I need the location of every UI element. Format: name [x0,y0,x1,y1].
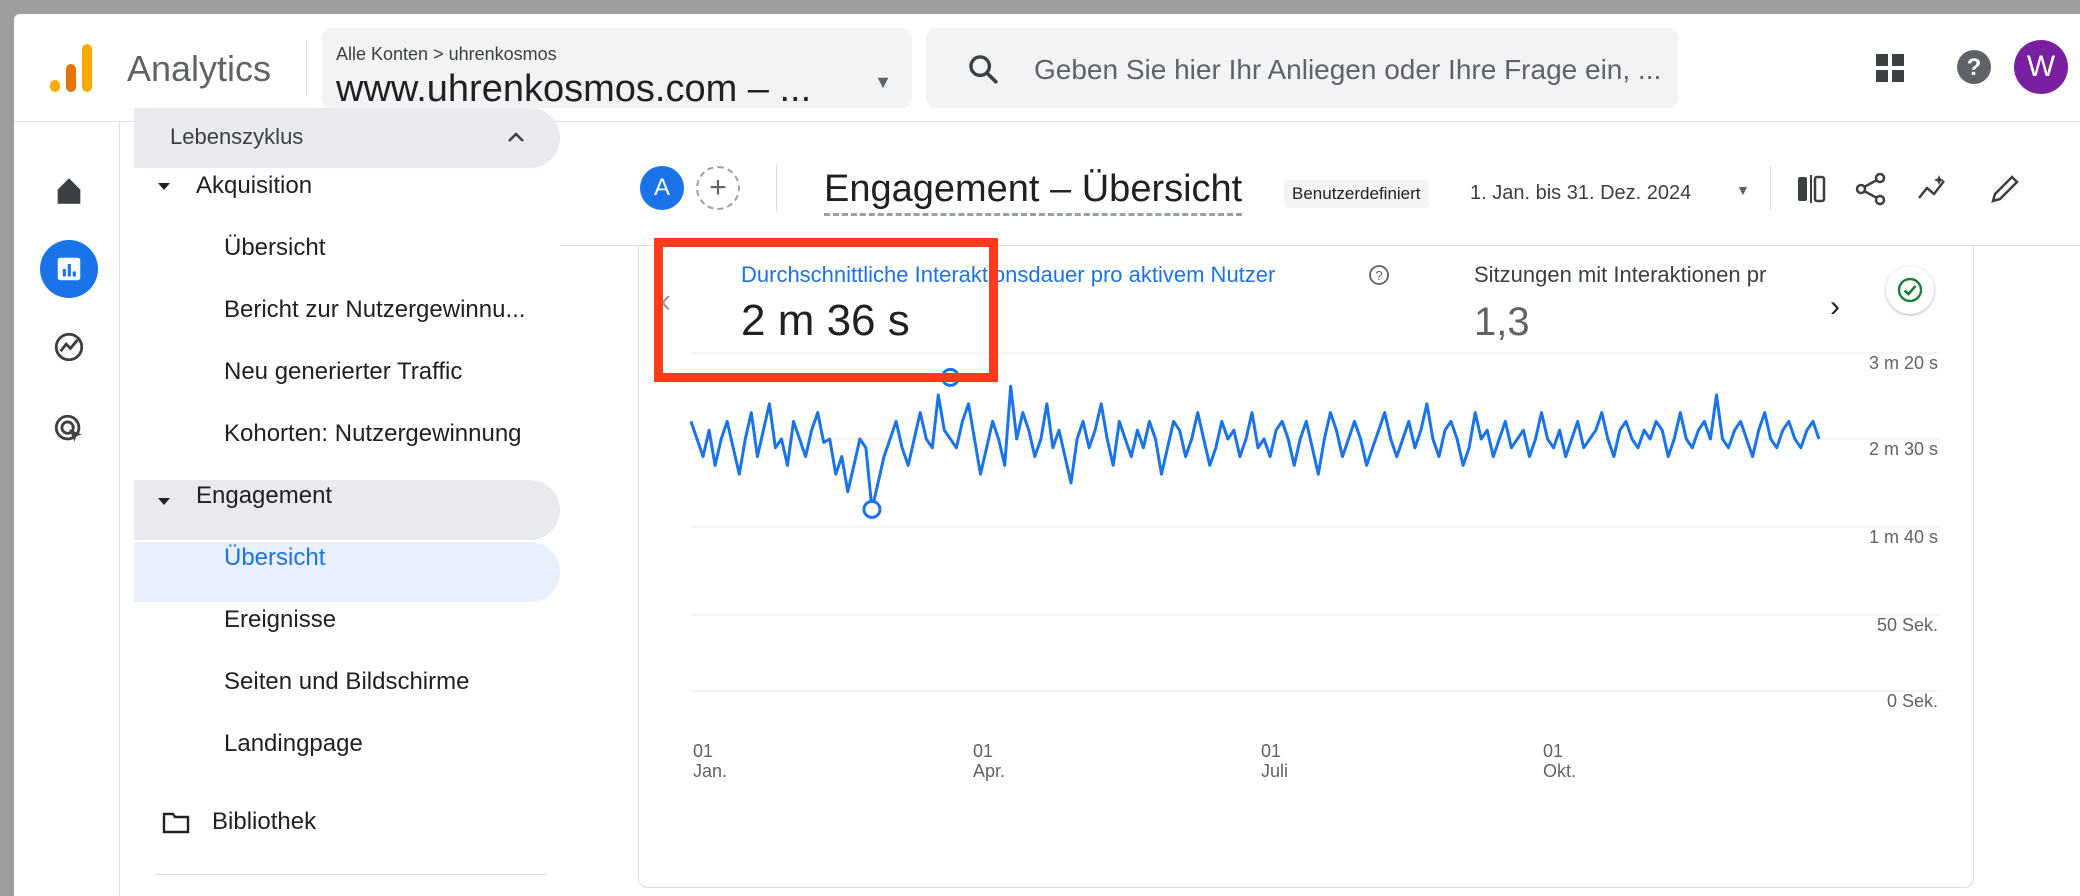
divider [156,874,546,875]
nav-item-pages[interactable]: Seiten und Bildschirme [224,668,469,696]
metric-value-sessions: 1,3 [1474,300,1530,344]
metric-label-sessions[interactable]: Sitzungen mit Interaktionen pr [1474,262,1814,288]
caret-down-icon: ▼ [874,72,892,92]
folder-icon [162,812,190,834]
title-bar: A + Engagement – Übersicht Benutzerdefin… [560,122,2080,246]
nav-item-acq-overview[interactable]: Übersicht [224,234,325,262]
app-window: Analytics Alle Konten > uhrenkosmos www.… [14,14,2080,896]
nav-item-cohorts[interactable]: Kohorten: Nutzergewinnung [224,420,522,448]
reports-button[interactable] [40,240,98,298]
x-tick-day: 01 [1261,741,1281,761]
nav-engagement[interactable]: Engagement [196,482,332,510]
home-icon [57,178,81,204]
compare-icon[interactable] [1794,172,1828,206]
nav-item-events[interactable]: Ereignisse [224,606,336,634]
nav-library[interactable]: Bibliothek [212,808,316,836]
account-selector[interactable]: Alle Konten > uhrenkosmos www.uhrenkosmo… [322,28,912,110]
nav-row-selected[interactable] [134,542,560,602]
edit-pencil-icon[interactable] [1988,172,2022,206]
nav-item-eng-overview[interactable]: Übersicht [224,544,325,572]
highlight-annotation [654,238,998,382]
x-tick-month: Apr. [973,761,1005,781]
avatar[interactable]: W [2014,40,2068,94]
explore-button[interactable] [40,318,98,376]
y-tick-label: 3 m 20 s [1869,353,1938,373]
y-tick-label: 50 Sek. [1877,615,1938,635]
property-name: www.uhrenkosmos.com – ... [336,68,812,110]
nav-section-label: Lebenszyklus [170,124,304,149]
chevron-right-icon[interactable]: › [1830,290,1840,324]
share-icon[interactable] [1854,172,1888,206]
top-bar: Analytics Alle Konten > uhrenkosmos www.… [14,14,2080,122]
y-tick-label: 1 m 40 s [1869,527,1938,547]
caret-down-icon[interactable] [158,183,170,190]
caret-down-icon[interactable]: ▼ [1736,182,1750,198]
page-title[interactable]: Engagement – Übersicht [824,168,1243,216]
search-input[interactable]: Geben Sie hier Ihr Anliegen oder Ihre Fr… [926,28,1678,108]
analytics-logo-icon[interactable] [50,42,94,94]
home-button[interactable] [40,162,98,220]
svg-text:?: ? [1967,54,1982,81]
nav-item-user-acquisition[interactable]: Bericht zur Nutzergewinnu... [224,296,525,324]
help-icon[interactable]: ? [1955,48,1993,86]
divider [776,164,777,212]
insights-icon[interactable] [1916,172,1950,206]
y-tick-label: 0 Sek. [1887,691,1938,711]
x-tick-month: Juli [1261,761,1288,781]
app-name: Analytics [127,48,272,89]
divider [306,40,307,96]
series-line [689,384,1821,511]
date-type-badge: Benutzerdefiniert [1284,180,1429,208]
caret-down-icon[interactable] [158,498,170,505]
check-circle-button[interactable] [1886,266,1934,314]
explore-icon [54,332,84,362]
x-tick-day: 01 [973,741,993,761]
left-rail [14,122,120,896]
property-badge[interactable]: A [640,166,684,210]
divider [1770,166,1771,210]
x-tick-day: 01 [693,741,713,761]
svg-text:?: ? [1375,268,1382,283]
advertising-button[interactable] [40,400,98,458]
x-tick-month: Okt. [1543,761,1576,781]
y-tick-label: 2 m 30 s [1869,439,1938,459]
apps-grid-icon[interactable] [1874,52,1906,84]
x-tick-day: 01 [1543,741,1563,761]
search-icon [969,55,998,84]
data-point-marker [862,499,882,519]
chevron-up-icon[interactable] [506,130,526,144]
nav-acquisition[interactable]: Akquisition [196,172,312,200]
check-circle-icon [1897,277,1923,303]
account-breadcrumb[interactable]: Alle Konten > uhrenkosmos [336,44,557,65]
x-tick-month: Jan. [693,761,727,781]
help-circle-icon[interactable]: ? [1368,264,1390,286]
bar-chart-icon [57,257,81,281]
date-range[interactable]: 1. Jan. bis 31. Dez. 2024 [1470,182,1691,205]
search-placeholder: Geben Sie hier Ihr Anliegen oder Ihre Fr… [1034,54,1662,85]
report-nav: Lebenszyklus Akquisition Übersicht Beric… [120,108,560,896]
add-comparison-button[interactable]: + [696,166,740,210]
advertising-icon [54,414,82,442]
nav-item-landing[interactable]: Landingpage [224,730,363,758]
nav-item-new-traffic[interactable]: Neu generierter Traffic [224,358,462,386]
